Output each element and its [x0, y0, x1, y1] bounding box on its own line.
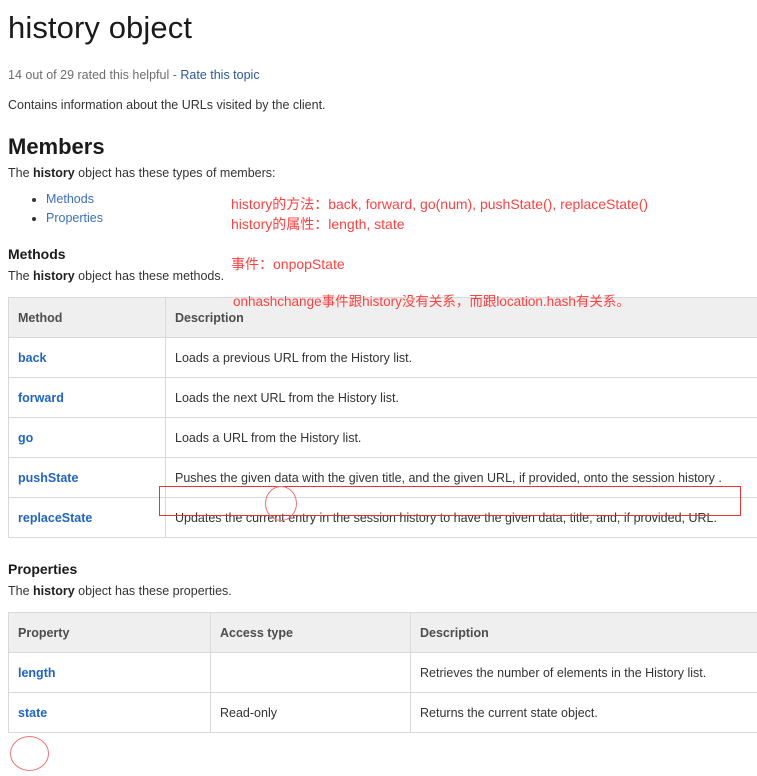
table-row: go Loads a URL from the History list.: [8, 417, 757, 458]
methods-lead-paragraph: The history object has these methods.: [8, 268, 749, 285]
method-link-pushstate[interactable]: pushState: [18, 471, 78, 485]
annotation-methods-list: history的方法：back, forward, go(num), pushS…: [231, 196, 649, 212]
members-heading: Members: [8, 134, 105, 159]
property-access-cell: Read-only: [210, 692, 411, 733]
method-description-cell: Updates the current entry in the session…: [165, 497, 757, 538]
property-access-cell: [210, 652, 411, 693]
intro-paragraph: Contains information about the URLs visi…: [8, 98, 326, 112]
column-header-access-type: Access type: [210, 612, 411, 653]
page-content: history object 14 out of 29 rated this h…: [0, 0, 757, 733]
method-link-go[interactable]: go: [18, 431, 33, 445]
members-lead-bold: history: [33, 166, 75, 180]
annotation-events: 事件：onpopState: [231, 256, 345, 272]
annotation-circle-state: [10, 736, 49, 771]
table-row: state Read-only Returns the current stat…: [8, 692, 757, 733]
methods-lead-suffix: object has these methods.: [74, 269, 225, 283]
column-header-method: Method: [8, 297, 166, 338]
table-header-row: Property Access type Description: [8, 612, 757, 653]
property-name-cell: length: [8, 652, 211, 693]
properties-lead-suffix: object has these properties.: [74, 584, 232, 598]
properties-lead-paragraph: The history object has these properties.: [8, 583, 749, 600]
table-row: back Loads a previous URL from the Histo…: [8, 337, 757, 378]
column-header-property: Property: [8, 612, 211, 653]
properties-heading: Properties: [8, 561, 78, 577]
method-description-cell: Loads a previous URL from the History li…: [165, 337, 757, 378]
member-link-methods[interactable]: Methods: [46, 192, 94, 206]
property-link-length[interactable]: length: [18, 666, 56, 680]
table-row: pushState Pushes the given data with the…: [8, 457, 757, 498]
property-link-state[interactable]: state: [18, 706, 47, 720]
methods-lead-bold: history: [33, 269, 75, 283]
rate-this-topic-link[interactable]: Rate this topic: [180, 68, 259, 82]
page-title: history object: [8, 10, 193, 45]
property-description-cell: Retrieves the number of elements in the …: [410, 652, 757, 693]
properties-table: Property Access type Description length …: [8, 612, 757, 733]
table-row: forward Loads the next URL from the Hist…: [8, 377, 757, 418]
members-lead-suffix: object has these types of members:: [74, 166, 276, 180]
method-name-cell: replaceState: [8, 497, 166, 538]
method-description-cell: Loads the next URL from the History list…: [165, 377, 757, 418]
methods-lead-prefix: The: [8, 269, 34, 283]
table-row: length Retrieves the number of elements …: [8, 652, 757, 693]
method-name-cell: go: [8, 417, 166, 458]
method-name-cell: forward: [8, 377, 166, 418]
property-name-cell: state: [8, 692, 211, 733]
method-name-cell: pushState: [8, 457, 166, 498]
methods-table: Method Description back Loads a previous…: [8, 297, 757, 538]
rating-line: 14 out of 29 rated this helpful - Rate t…: [8, 67, 749, 83]
property-description-cell: Returns the current state object.: [410, 692, 757, 733]
method-link-forward[interactable]: forward: [18, 391, 64, 405]
annotation-onhashchange: onhashchange事件跟history没有关系，而跟location.ha…: [233, 294, 630, 309]
properties-lead-prefix: The: [8, 584, 34, 598]
method-description-cell: Pushes the given data with the given tit…: [165, 457, 757, 498]
documentation-page: history object 14 out of 29 rated this h…: [0, 0, 757, 776]
properties-lead-bold: history: [33, 584, 75, 598]
method-name-cell: back: [8, 337, 166, 378]
annotation-properties-list: history的属性：length, state: [231, 216, 405, 232]
rating-separator: -: [172, 68, 177, 82]
method-link-replacestate[interactable]: replaceState: [18, 511, 92, 525]
method-link-back[interactable]: back: [18, 351, 47, 365]
table-row: replaceState Updates the current entry i…: [8, 497, 757, 538]
rating-text: 14 out of 29 rated this helpful: [8, 68, 170, 82]
method-description-cell: Loads a URL from the History list.: [165, 417, 757, 458]
member-link-properties[interactable]: Properties: [46, 211, 103, 225]
column-header-description: Description: [410, 612, 757, 653]
members-lead-prefix: The: [8, 166, 34, 180]
members-lead-paragraph: The history object has these types of me…: [8, 165, 749, 182]
methods-heading: Methods: [8, 246, 66, 262]
